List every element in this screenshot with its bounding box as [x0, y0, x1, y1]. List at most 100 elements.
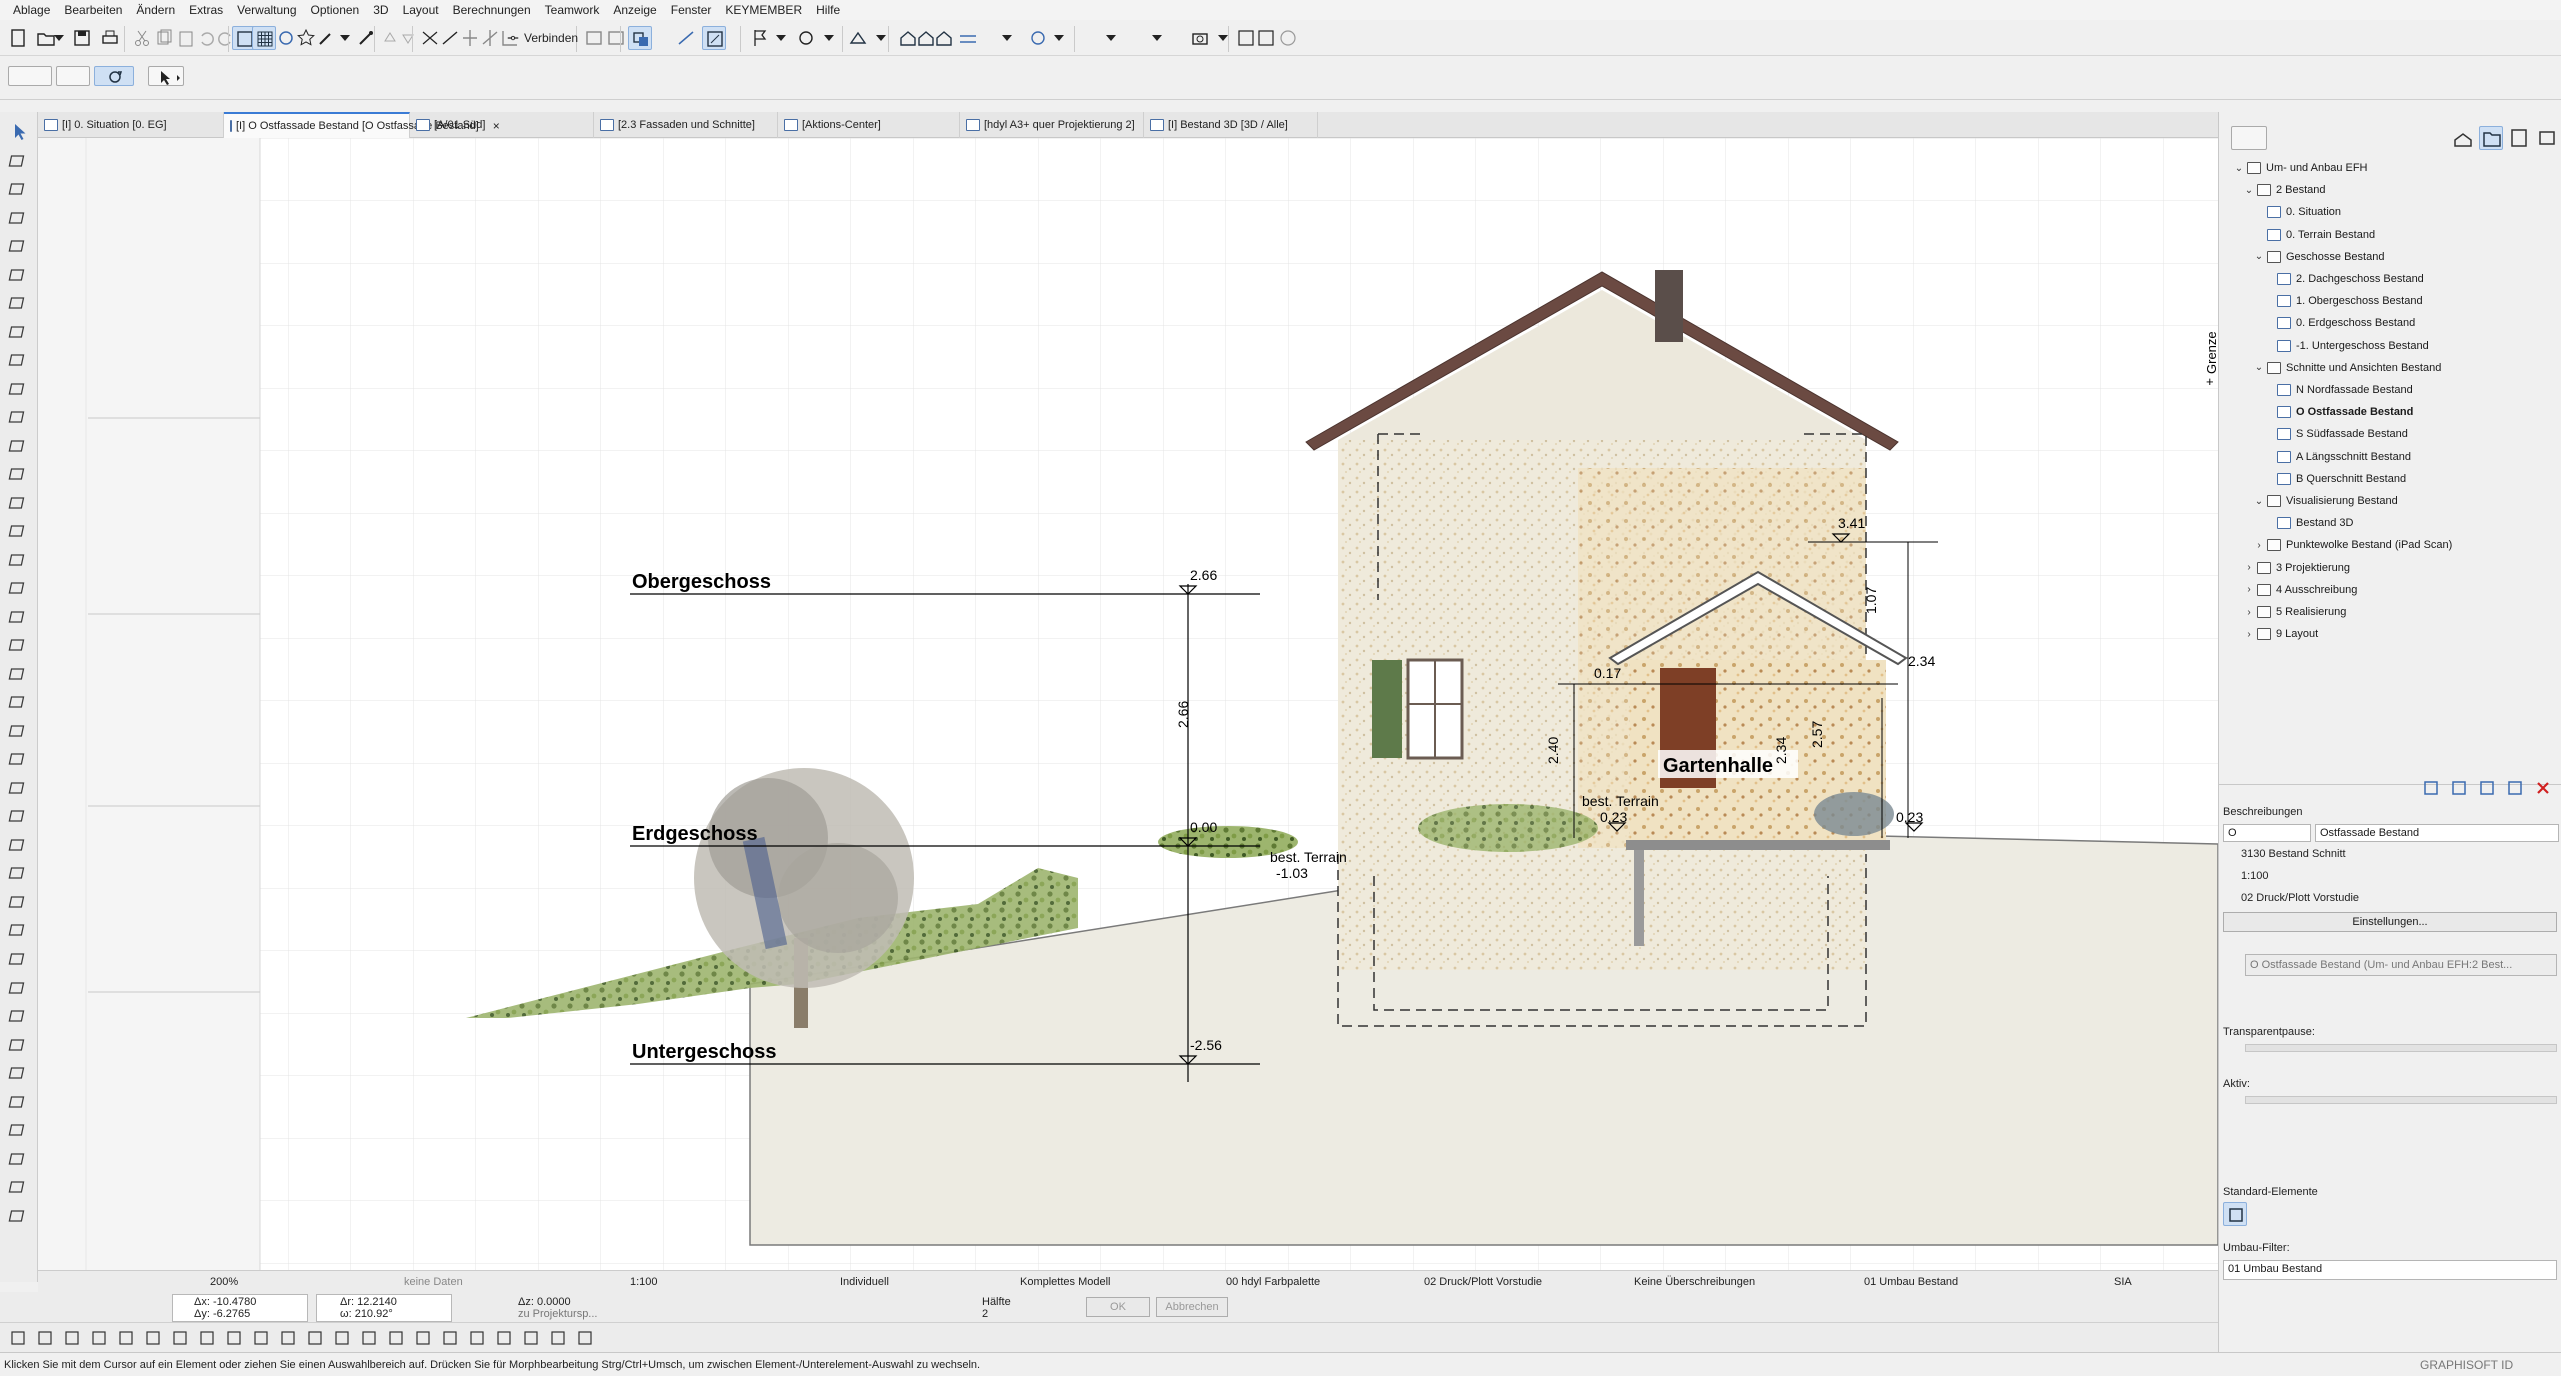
arrow-tool-icon[interactable]	[7, 120, 31, 144]
layer-icon[interactable]	[628, 26, 652, 50]
interior-tool-icon[interactable]	[7, 690, 31, 714]
zone-tool-icon[interactable]	[7, 576, 31, 600]
navigator-item[interactable]: ⌄ Visualisierung Bestand	[2253, 491, 2398, 511]
navigator-item[interactable]: -1. Untergeschoss Bestand	[2263, 336, 2429, 356]
dropdown-caret-icon[interactable]	[1052, 26, 1064, 50]
grid-icon[interactable]	[252, 26, 276, 50]
coord-angle[interactable]: ω: 210.92°	[340, 1308, 393, 1320]
navigator-mode-button[interactable]	[2231, 126, 2267, 150]
magic-wand-icon[interactable]	[314, 26, 338, 50]
bottom-tool-icon[interactable]	[519, 1326, 543, 1350]
bottom-tool-icon[interactable]	[222, 1326, 246, 1350]
save-icon[interactable]	[70, 26, 94, 50]
coord-dz-ref[interactable]: zu Projektursp...	[518, 1308, 597, 1320]
bottom-tool-icon[interactable]	[465, 1326, 489, 1350]
railing-tool-icon[interactable]	[7, 434, 31, 458]
project-map-icon[interactable]	[2451, 126, 2475, 150]
menu-5[interactable]: Optionen	[304, 0, 367, 20]
new-folder-icon[interactable]	[2447, 776, 2471, 800]
navigator-item[interactable]: › Punktewolke Bestand (iPad Scan)	[2253, 535, 2452, 555]
circle-tool-icon[interactable]	[7, 1033, 31, 1057]
refresh-icon[interactable]	[94, 66, 134, 86]
measure-icon[interactable]	[674, 26, 698, 50]
new-file-icon[interactable]	[6, 26, 30, 50]
tab-3[interactable]: [2.3 Fassaden und Schnitte]	[594, 112, 778, 138]
view-name-field[interactable]: Ostfassade Bestand	[2315, 824, 2559, 842]
navigator-item[interactable]: Bestand 3D	[2263, 513, 2353, 533]
navigator-item[interactable]: ⌄ Schnitte und Ansichten Bestand	[2253, 358, 2441, 378]
bottom-tool-icon[interactable]	[492, 1326, 516, 1350]
chevron-icon[interactable]: ›	[2243, 629, 2255, 640]
door-tool-icon[interactable]	[7, 519, 31, 543]
half-value[interactable]: 2	[982, 1308, 988, 1320]
spline-tool-icon[interactable]	[7, 1090, 31, 1114]
bottom-tool-icon[interactable]	[249, 1326, 273, 1350]
bottom-tool-icon[interactable]	[411, 1326, 435, 1350]
help-icon[interactable]	[1276, 26, 1300, 50]
bottom-tool-icon[interactable]	[141, 1326, 165, 1350]
transparent-slider[interactable]	[2245, 1044, 2557, 1052]
clone-folder-icon[interactable]	[2419, 776, 2443, 800]
arc-tool-icon[interactable]	[7, 1061, 31, 1085]
wall-tool-icon[interactable]	[7, 177, 31, 201]
arrow-tool-button[interactable]	[148, 66, 184, 86]
model-view-select[interactable]: Komplettes Modell	[1020, 1274, 1111, 1290]
settings-view-icon[interactable]	[2503, 776, 2527, 800]
hotspot-tool-icon[interactable]	[7, 1118, 31, 1142]
curtain-wall-icon[interactable]	[7, 491, 31, 515]
model-icon[interactable]	[846, 26, 870, 50]
bottom-tool-icon[interactable]	[303, 1326, 327, 1350]
navigator-item[interactable]: B Querschnitt Bestand	[2263, 469, 2406, 489]
publisher-icon[interactable]	[2535, 126, 2559, 150]
tab-4[interactable]: [Aktions-Center]	[778, 112, 960, 138]
bottom-tool-icon[interactable]	[330, 1326, 354, 1350]
pen-set-select[interactable]: 00 hdyl Farbpalette	[1226, 1274, 1320, 1290]
bottom-tool-icon[interactable]	[114, 1326, 138, 1350]
house3-icon[interactable]	[932, 26, 956, 50]
section-tool-icon[interactable]	[7, 633, 31, 657]
view3d-icon[interactable]	[1026, 26, 1050, 50]
detail-tool-icon[interactable]	[7, 747, 31, 771]
text-tool-icon[interactable]	[7, 776, 31, 800]
standard-elements-icon[interactable]	[2223, 1202, 2247, 1226]
compare-icon[interactable]	[1254, 26, 1278, 50]
radial-dim-icon[interactable]	[7, 890, 31, 914]
coord-dy[interactable]: Δy: -6.2765	[194, 1308, 250, 1320]
navigator-item[interactable]: › 3 Projektierung	[2243, 558, 2350, 578]
flag-icon[interactable]	[748, 26, 772, 50]
rotate-view-icon[interactable]	[794, 26, 818, 50]
tab-6[interactable]: [I] Bestand 3D [3D / Alle]	[1144, 112, 1318, 138]
bottom-tool-icon[interactable]	[546, 1326, 570, 1350]
tab-2[interactable]: [A/01 Süd]	[410, 112, 594, 138]
view-button[interactable]	[56, 66, 90, 86]
aktiv-slider[interactable]	[2245, 1096, 2557, 1104]
label-tool-icon[interactable]	[7, 804, 31, 828]
menu-4[interactable]: Verwaltung	[230, 0, 303, 20]
scale-select[interactable]: 1:100	[630, 1274, 658, 1290]
bottom-tool-icon[interactable]	[60, 1326, 84, 1350]
stair-tool-icon[interactable]	[7, 405, 31, 429]
bottom-tool-icon[interactable]	[195, 1326, 219, 1350]
bottom-tool-icon[interactable]	[168, 1326, 192, 1350]
column-tool-icon[interactable]	[7, 206, 31, 230]
line-tool-icon[interactable]	[7, 1004, 31, 1028]
navigator-item[interactable]: 0. Erdgeschoss Bestand	[2263, 313, 2415, 333]
menu-1[interactable]: Bearbeiten	[57, 0, 129, 20]
penset-select[interactable]: 02 Druck/Plott Vorstudie	[1424, 1274, 1542, 1290]
print-icon[interactable]	[98, 26, 122, 50]
shell-tool-icon[interactable]	[7, 320, 31, 344]
navigator-item[interactable]: ⌄ Geschosse Bestand	[2253, 247, 2384, 267]
ungroup-icon[interactable]	[604, 26, 628, 50]
slab-tool-icon[interactable]	[7, 263, 31, 287]
chevron-icon[interactable]: ›	[2243, 607, 2255, 618]
camera-tool-icon[interactable]	[7, 1175, 31, 1199]
menu-10[interactable]: Anzeige	[606, 0, 663, 20]
coord-dx[interactable]: Δx: -10.4780	[194, 1296, 256, 1308]
graphisoft-id[interactable]: GRAPHISOFT ID	[2420, 1358, 2513, 1372]
view-map-icon[interactable]	[2479, 126, 2503, 150]
navigator-item[interactable]: ⌄ Um- und Anbau EFH	[2233, 158, 2368, 178]
delete-icon[interactable]	[2531, 776, 2555, 800]
layer-combination-select[interactable]: Individuell	[840, 1274, 889, 1290]
menu-0[interactable]: Ablage	[6, 0, 57, 20]
dropdown-caret-icon[interactable]	[1104, 26, 1116, 50]
